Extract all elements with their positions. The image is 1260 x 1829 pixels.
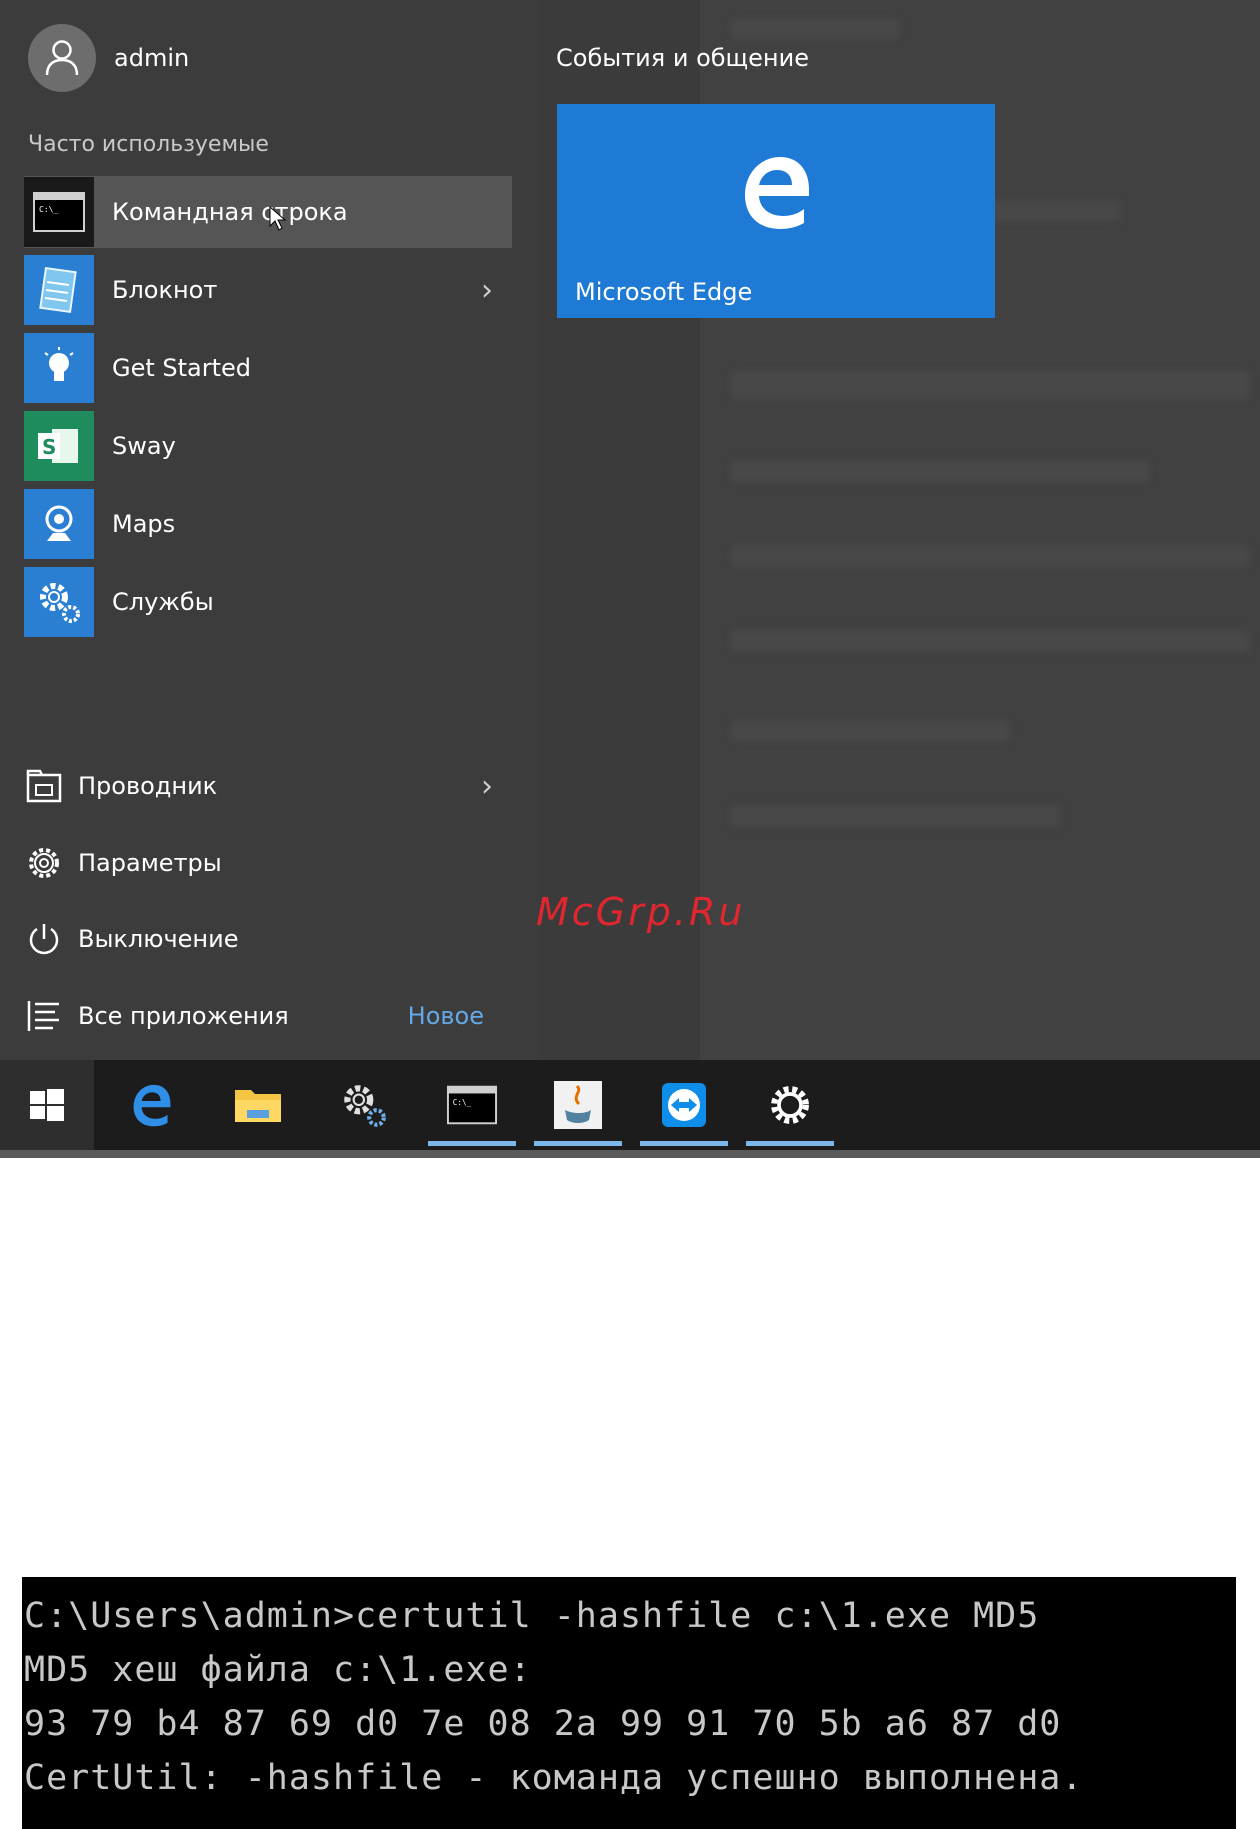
settings-gear-icon xyxy=(771,1086,809,1124)
new-badge: Новое xyxy=(407,1002,484,1030)
menu-item-label: Выключение xyxy=(78,925,239,953)
command-prompt-icon: C:\_ xyxy=(24,177,94,247)
command-prompt-output: C:\Users\admin>certutil -hashfile c:\1.e… xyxy=(22,1577,1236,1829)
taskbar-bottom-edge xyxy=(0,1150,1260,1158)
windows-logo-icon xyxy=(30,1089,64,1121)
app-item-services[interactable]: Службы xyxy=(24,566,512,638)
taskbar-settings[interactable] xyxy=(746,1060,834,1150)
notepad-icon xyxy=(24,255,94,325)
app-label: Службы xyxy=(112,588,214,616)
chevron-right-icon[interactable]: › xyxy=(472,273,502,308)
taskbar-edge[interactable] xyxy=(108,1060,196,1150)
maps-icon xyxy=(24,489,94,559)
start-button[interactable] xyxy=(0,1060,94,1150)
taskbar-java[interactable] xyxy=(534,1060,622,1150)
all-apps-list-icon xyxy=(24,996,64,1036)
edge-icon xyxy=(745,157,809,229)
menu-item-settings[interactable]: Параметры xyxy=(24,833,512,893)
app-label: Командная строка xyxy=(112,198,348,226)
svg-text:C:\_: C:\_ xyxy=(453,1098,472,1107)
menu-item-label: Параметры xyxy=(78,849,222,877)
start-menu-screenshot: admin Часто используемые C:\_ Командная … xyxy=(0,0,1260,1158)
power-icon xyxy=(24,919,64,959)
mouse-cursor-icon xyxy=(269,206,287,231)
tile-group-title: События и общение xyxy=(556,44,809,72)
watermark: McGrp.Ru xyxy=(536,890,746,934)
java-icon xyxy=(554,1081,602,1129)
app-item-sway[interactable]: S Sway xyxy=(24,410,512,482)
menu-item-label: Все приложения xyxy=(78,1002,289,1030)
taskbar: C:\_ xyxy=(0,1060,1260,1158)
services-gear-icon xyxy=(24,567,94,637)
app-item-command-prompt[interactable]: C:\_ Командная строка xyxy=(24,176,512,248)
console-line: CertUtil: -hashfile - команда успешно вы… xyxy=(24,1758,1084,1798)
console-line: MD5 хеш файла c:\1.exe: xyxy=(24,1650,532,1690)
tile-microsoft-edge[interactable]: Microsoft Edge xyxy=(557,104,995,318)
lightbulb-icon xyxy=(24,333,94,403)
user-account[interactable]: admin xyxy=(28,24,189,92)
chevron-right-icon[interactable]: › xyxy=(472,769,502,804)
sway-icon: S xyxy=(24,411,94,481)
teamviewer-icon xyxy=(662,1083,706,1127)
edge-icon xyxy=(133,1084,171,1127)
console-line: C:\Users\admin>certutil -hashfile c:\1.e… xyxy=(24,1596,1040,1636)
folder-icon xyxy=(235,1090,281,1122)
taskbar-services[interactable] xyxy=(320,1060,408,1150)
menu-item-label: Проводник xyxy=(78,772,218,800)
user-avatar-icon xyxy=(28,24,96,92)
running-indicator xyxy=(746,1141,834,1146)
menu-item-all-apps[interactable]: Все приложения Новое xyxy=(24,986,512,1046)
start-menu: admin Часто используемые C:\_ Командная … xyxy=(0,0,1260,1060)
svg-text:S: S xyxy=(42,435,56,459)
menu-item-power[interactable]: Выключение xyxy=(24,909,512,969)
app-label: Блокнот xyxy=(112,276,218,304)
start-menu-left-column: admin Часто используемые C:\_ Командная … xyxy=(0,0,540,1060)
user-name: admin xyxy=(114,44,190,72)
running-indicator xyxy=(534,1141,622,1146)
app-label: Sway xyxy=(112,432,176,460)
console-line: 93 79 b4 87 69 d0 7e 08 2a 99 91 70 5b a… xyxy=(24,1704,1062,1744)
app-item-get-started[interactable]: Get Started xyxy=(24,332,512,404)
gears-icon xyxy=(344,1085,386,1127)
taskbar-teamviewer[interactable] xyxy=(640,1060,728,1150)
settings-gear-icon xyxy=(24,843,64,883)
taskbar-command-prompt[interactable]: C:\_ xyxy=(428,1060,516,1150)
svg-text:C:\_: C:\_ xyxy=(39,205,58,214)
taskbar-file-explorer[interactable] xyxy=(214,1060,302,1150)
app-item-maps[interactable]: Maps xyxy=(24,488,512,560)
tile-label: Microsoft Edge xyxy=(575,278,753,306)
app-label: Get Started xyxy=(112,354,252,382)
running-indicator xyxy=(640,1141,728,1146)
app-item-notepad[interactable]: Блокнот › xyxy=(24,254,512,326)
file-explorer-icon xyxy=(24,766,64,806)
running-indicator xyxy=(428,1141,516,1146)
app-label: Maps xyxy=(112,510,176,538)
most-used-heading: Часто используемые xyxy=(28,132,269,157)
cmd-icon: C:\_ xyxy=(447,1085,497,1125)
menu-item-file-explorer[interactable]: Проводник › xyxy=(24,756,512,816)
